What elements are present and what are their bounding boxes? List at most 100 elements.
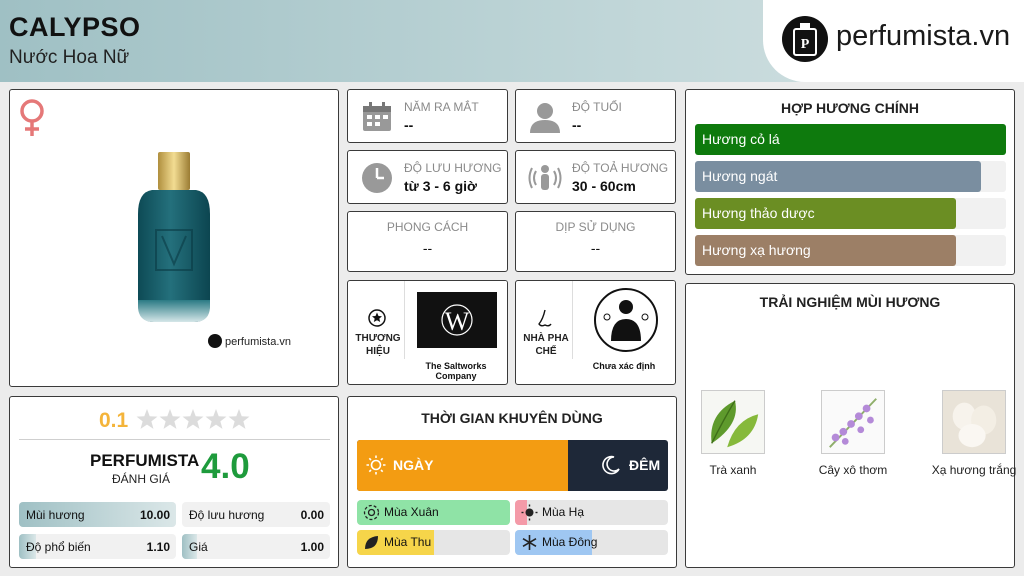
release-year-label: NĂM RA MẮT: [404, 100, 479, 114]
release-year-value: --: [404, 117, 414, 133]
style-label: PHONG CÁCH: [386, 220, 469, 234]
rating-stat: Độ phổ biến 1.10: [19, 534, 176, 559]
brand-label: THƯƠNG HIỆU: [355, 333, 401, 357]
summer-sun-icon: [521, 504, 538, 521]
svg-text:P: P: [801, 37, 810, 52]
sun-icon: [366, 455, 386, 475]
longevity-tile: ĐỘ LƯU HƯƠNG từ 3 - 6 giờ: [347, 150, 508, 204]
accord-label: Hương thảo dược: [702, 205, 815, 221]
note-label: Xạ hương trắng: [931, 463, 1017, 477]
season-3: Mùa Đông: [515, 530, 668, 555]
season-label: Mùa Đông: [542, 535, 598, 549]
product-title: CALYPSO: [9, 12, 141, 42]
rating-panel: 0.1 PERFUMISTA ĐÁNH GIÁ 4.0 Mùi hương 10.…: [9, 396, 339, 568]
logo-text: perfumista.vn: [836, 20, 1011, 52]
sillage-label: ĐỘ TOẢ HƯƠNG: [572, 161, 669, 175]
calendar-icon: [363, 102, 391, 131]
perfume-bottle-image: [138, 152, 210, 322]
release-year-tile: NĂM RA MẮT --: [347, 89, 508, 143]
autumn-leaf-icon: [365, 536, 378, 549]
star-badge-icon: [368, 309, 386, 327]
stat-value: 1.10: [146, 540, 170, 554]
perfumer-name: Chưa xác định: [592, 361, 656, 371]
age-tile: ĐỘ TUỔI --: [515, 89, 676, 143]
rating-stat: Giá 1.00: [182, 534, 330, 559]
stat-value: 10.00: [139, 508, 170, 522]
brand-name: The Saltworks Company: [425, 361, 487, 381]
brand-logo-image: W: [404, 281, 507, 359]
accord-row: Hương xạ hương: [695, 235, 1006, 266]
note-white-musk[interactable]: Xạ hương trắng: [924, 390, 1024, 478]
female-symbol-icon: [20, 99, 44, 136]
clary-sage-image: [821, 390, 885, 454]
note-green-tea[interactable]: Trà xanh: [683, 390, 783, 478]
occasion-tile: DỊP SỬ DỤNG --: [515, 211, 676, 272]
user-score: 0.1: [99, 409, 129, 432]
style-value: --: [422, 240, 433, 256]
recommended-time-panel: THỜI GIAN KHUYÊN DÙNG NGÀY ĐÊM Mùa Xuân M…: [347, 396, 677, 568]
green-tea-leaf-image: [701, 390, 765, 454]
star-icon[interactable]: [159, 409, 181, 429]
rating-brand: PERFUMISTA: [90, 451, 200, 470]
accords-title: HỢP HƯƠNG CHÍNH: [781, 100, 919, 116]
accord-label: Hương xạ hương: [702, 242, 811, 258]
star-icon[interactable]: [205, 409, 227, 429]
note-label: Cây xô thơm: [818, 463, 888, 477]
main-accords-panel: HỢP HƯƠNG CHÍNH Hương cỏ lá Hương ngát Hươ…: [685, 89, 1015, 275]
occasion-value: --: [590, 240, 601, 256]
brand-logo[interactable]: P perfumista.vn: [763, 0, 1024, 82]
star-icon[interactable]: [228, 409, 250, 429]
style-tile: PHONG CÁCH --: [347, 211, 508, 272]
perfumer-tile[interactable]: NHÀ PHA CHẾ Chưa xác định: [515, 280, 676, 385]
brand-tile[interactable]: THƯƠNG HIỆU W The Saltworks Company: [347, 280, 508, 385]
perfume-bottle-logo-icon: P: [782, 16, 828, 62]
person-icon: [530, 103, 560, 133]
age-label: ĐỘ TUỔI: [572, 100, 622, 114]
rating-stat: Mùi hương 10.00: [19, 502, 176, 527]
nose-icon: [538, 309, 552, 327]
product-subtitle: Nước Hoa Nữ: [9, 47, 130, 68]
white-musk-image: [942, 390, 1006, 454]
perfumer-image: [572, 281, 675, 359]
stat-value: 1.00: [300, 540, 324, 554]
longevity-label: ĐỘ LƯU HƯƠNG: [404, 161, 502, 175]
stat-label: Độ lưu hương: [189, 508, 265, 522]
winter-snowflake-icon: [522, 535, 537, 550]
stat-value: 0.00: [300, 508, 324, 522]
stat-label: Mùi hương: [26, 508, 85, 522]
rating-brand-sub: ĐÁNH GIÁ: [112, 472, 171, 486]
moon-icon: [602, 455, 620, 475]
sillage-value: 30 - 60cm: [572, 178, 636, 194]
experience-title: TRẢI NGHIỆM MÙI HƯƠNG: [759, 294, 941, 310]
note-clary-sage[interactable]: Cây xô thơm: [803, 390, 903, 478]
star-rating[interactable]: [136, 408, 251, 432]
note-label: Trà xanh: [709, 463, 757, 477]
sillage-tile: ĐỘ TOẢ HƯƠNG 30 - 60cm: [515, 150, 676, 204]
watermark: perfumista.vn: [208, 334, 291, 348]
longevity-value: từ 3 - 6 giờ: [404, 178, 477, 194]
clock-icon: [362, 163, 392, 193]
season-1: Mùa Hạ: [515, 500, 668, 525]
time-title: THỜI GIAN KHUYÊN DÙNG: [421, 410, 603, 426]
season-label: Mùa Hạ: [542, 505, 585, 519]
star-icon[interactable]: [182, 409, 204, 429]
spring-flower-icon: [363, 504, 380, 521]
day-label: NGÀY: [393, 457, 434, 473]
season-2: Mùa Thu: [357, 530, 510, 555]
occasion-label: DỊP SỬ DỤNG: [555, 220, 636, 234]
star-icon[interactable]: [136, 409, 158, 429]
accord-label: Hương cỏ lá: [702, 131, 780, 147]
stat-label: Độ phổ biến: [26, 540, 91, 554]
accord-label: Hương ngát: [702, 168, 778, 184]
product-image-panel: perfumista.vn: [9, 89, 339, 387]
season-0: Mùa Xuân: [357, 500, 510, 525]
age-value: --: [572, 117, 582, 133]
day-night-bar: NGÀY ĐÊM: [357, 440, 668, 491]
day-segment: [357, 440, 569, 491]
season-label: Mùa Xuân: [384, 505, 439, 519]
watermark-icon: [208, 334, 222, 348]
scent-experience-panel: TRẢI NGHIỆM MÙI HƯƠNG Trà xanh Cây xô th…: [683, 283, 1016, 568]
divider: [19, 439, 330, 440]
accord-row: Hương thảo dược: [695, 198, 1006, 229]
diffusion-icon: [528, 165, 562, 190]
